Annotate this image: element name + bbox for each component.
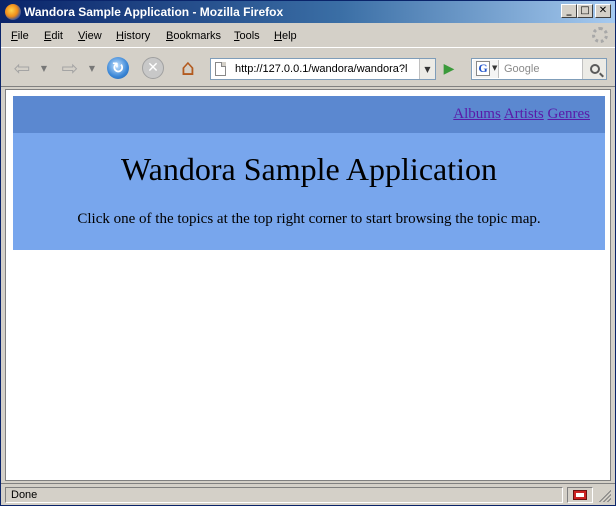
menu-bookmarks[interactable]: Bookmarks (166, 30, 221, 42)
throbber-icon (592, 27, 608, 43)
search-input[interactable]: Google (504, 63, 539, 75)
menu-edit[interactable]: Edit (44, 30, 63, 42)
nav-link-artists[interactable]: Artists (504, 106, 544, 122)
window-title: Wandora Sample Application - Mozilla Fir… (24, 5, 284, 19)
menu-bar: File Edit View History Bookmarks Tools H… (1, 23, 615, 47)
url-input[interactable]: http://127.0.0.1/wandora/wandora?l (235, 63, 419, 75)
status-text: Done (5, 487, 563, 503)
menu-view[interactable]: View (78, 30, 102, 42)
title-bar[interactable]: Wandora Sample Application - Mozilla Fir… (1, 1, 615, 23)
google-icon: G (476, 61, 490, 76)
menu-history[interactable]: History (116, 30, 150, 42)
close-button[interactable]: ✕ (595, 4, 611, 18)
navigation-toolbar: ⇦ ▼ ⇨ ▼ ↻ ✕ ⌂ http://127.0.0.1/wandora/w… (1, 47, 615, 87)
firefox-icon (5, 4, 21, 20)
status-panel[interactable] (567, 487, 593, 503)
intro-text: Click one of the topics at the top right… (77, 211, 541, 227)
reload-icon[interactable]: ↻ (105, 56, 131, 80)
go-icon[interactable]: ▶ (438, 58, 460, 80)
page-icon (215, 62, 226, 76)
search-box[interactable]: G ▼ Google (471, 58, 607, 80)
search-icon (589, 64, 600, 74)
menu-tools[interactable]: Tools (234, 30, 260, 42)
engine-dropdown-icon: ▼ (492, 64, 498, 72)
search-engine-selector[interactable]: G ▼ (473, 60, 499, 78)
url-history-dropdown-icon[interactable]: ▼ (419, 59, 435, 79)
status-indicator-icon (573, 490, 587, 500)
page-nav-strip: Albums Artists Genres (13, 96, 605, 133)
resize-grip-icon[interactable] (599, 490, 611, 502)
page-viewport[interactable]: Albums Artists Genres Wandora Sample App… (5, 89, 611, 481)
address-bar[interactable]: http://127.0.0.1/wandora/wandora?l ▼ (210, 58, 436, 80)
page-title: Wandora Sample Application (121, 151, 497, 187)
forward-icon[interactable]: ⇨ (55, 56, 85, 80)
back-icon[interactable]: ⇦ (7, 56, 37, 80)
home-icon[interactable]: ⌂ (175, 56, 201, 81)
nav-link-genres[interactable]: Genres (548, 106, 590, 122)
back-history-dropdown-icon[interactable]: ▼ (39, 56, 49, 80)
stop-icon[interactable]: ✕ (140, 56, 166, 80)
browser-window: Wandora Sample Application - Mozilla Fir… (0, 0, 616, 506)
menu-file[interactable]: File (11, 30, 29, 42)
minimize-button[interactable]: _ (561, 4, 577, 18)
search-button[interactable] (582, 59, 606, 79)
topic-nav: Albums Artists Genres (453, 106, 590, 123)
status-bar: Done (1, 483, 615, 505)
maximize-button[interactable]: □ (577, 4, 593, 18)
page-header: Wandora Sample Application Click one of … (13, 133, 605, 250)
forward-history-dropdown-icon[interactable]: ▼ (87, 56, 97, 80)
nav-link-albums[interactable]: Albums (453, 106, 501, 122)
menu-help[interactable]: Help (274, 30, 297, 42)
